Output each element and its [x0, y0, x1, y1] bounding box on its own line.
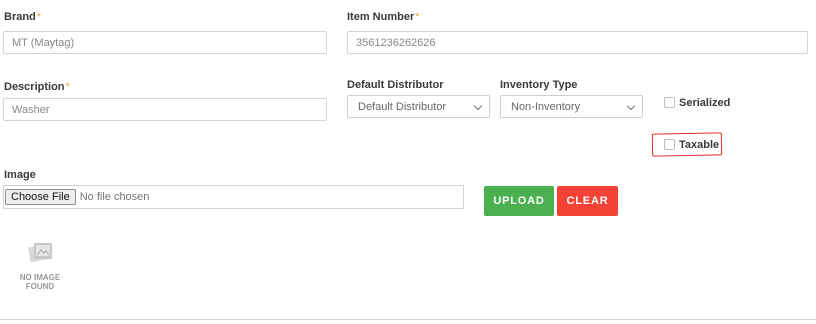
brand-field[interactable]: MT (Maytag): [3, 31, 327, 54]
item-number-label: Item Number*: [347, 11, 420, 23]
required-marker: *: [36, 11, 42, 23]
divider: [0, 319, 816, 320]
image-label: Image: [4, 169, 36, 181]
description-field[interactable]: Washer: [3, 98, 327, 121]
chevron-down-icon: [473, 101, 483, 111]
description-placeholder: Washer: [12, 103, 50, 116]
clear-button[interactable]: CLEAR: [557, 186, 618, 216]
inventory-type-select[interactable]: Non-Inventory: [500, 95, 643, 118]
required-marker: *: [415, 11, 420, 23]
default-distributor-label: Default Distributor: [347, 79, 444, 91]
upload-button[interactable]: UPLOAD: [484, 186, 554, 216]
no-image-text: NO IMAGE FOUND: [19, 273, 61, 291]
image-file-input[interactable]: Choose File No file chosen: [3, 185, 464, 209]
default-distributor-select[interactable]: Default Distributor: [347, 95, 490, 118]
chevron-down-icon: [626, 101, 636, 111]
choose-file-button[interactable]: Choose File: [5, 189, 76, 205]
taxable-label: Taxable: [679, 139, 720, 151]
no-image-icon: [28, 243, 52, 263]
inventory-type-value: Non-Inventory: [511, 100, 581, 113]
taxable-checkbox[interactable]: [664, 139, 675, 150]
inventory-type-label: Inventory Type: [500, 79, 578, 91]
brand-value: MT (Maytag): [12, 36, 75, 49]
serialized-label: Serialized: [679, 97, 731, 109]
item-number-value: 3561236262626: [356, 36, 436, 49]
description-label: Description*: [4, 81, 70, 93]
brand-label: Brand*: [4, 11, 42, 23]
item-number-field[interactable]: 3561236262626: [347, 31, 808, 54]
required-marker: *: [65, 81, 70, 93]
default-distributor-value: Default Distributor: [358, 100, 447, 113]
serialized-checkbox[interactable]: [664, 97, 675, 108]
file-status-text: No file chosen: [79, 191, 150, 203]
